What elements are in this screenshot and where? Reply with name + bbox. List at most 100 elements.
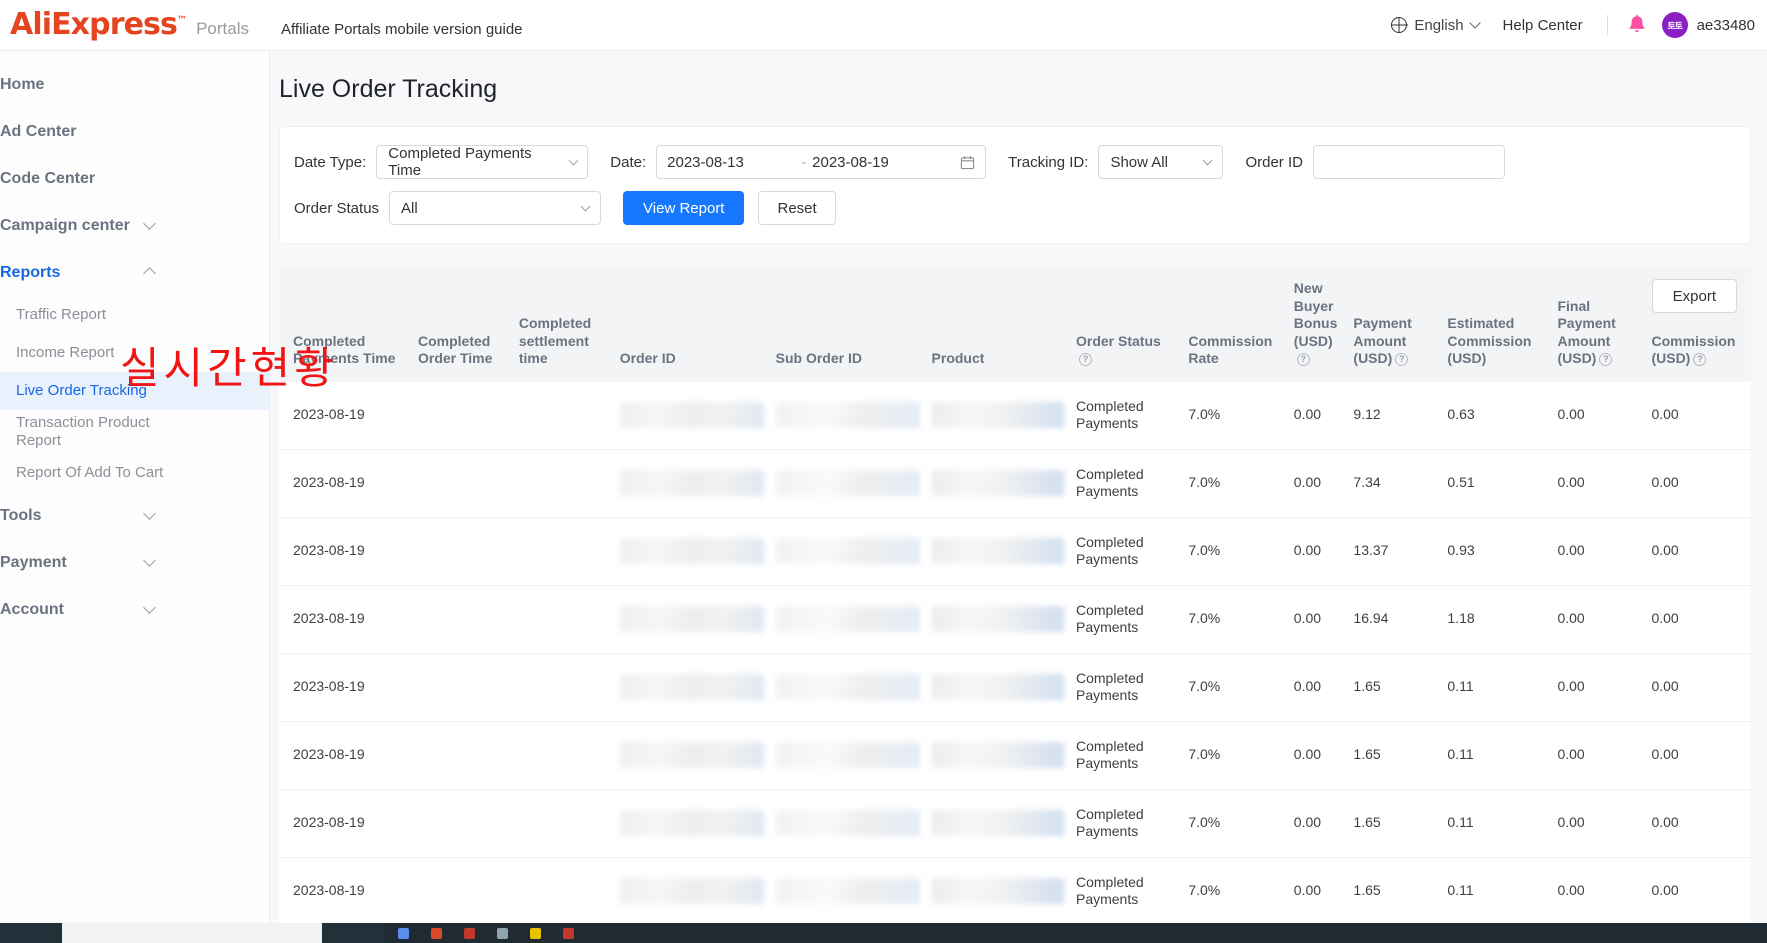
cell-order-status: Completed Payments [1069,789,1183,858]
col-completed-settlement-time[interactable]: Completed settlement time [512,268,614,382]
cell-commission-rate: 7.0% [1182,857,1288,923]
cell-final-payment-amount: 0.00 [1551,585,1646,654]
help-icon[interactable]: ? [1693,352,1707,366]
reset-button[interactable]: Reset [758,191,836,225]
order-status-select[interactable]: All [389,191,602,225]
sidebar-item-home[interactable]: Home [0,61,269,108]
sidebar-item-code-center[interactable]: Code Center [0,155,269,202]
cell-commission: 0.00 [1645,381,1751,450]
sidebar-item-account[interactable]: Account [0,586,269,633]
sidebar-item-label: Home [0,75,45,93]
mobile-version-guide-link[interactable]: Affiliate Portals mobile version guide [281,21,523,38]
filter-row-secondary: Order Status All View Report Reset [280,179,1750,243]
view-report-button[interactable]: View Report [623,191,745,225]
cell-payment-amount: 1.65 [1347,789,1442,858]
redacted-content [931,402,1064,428]
os-taskbar [0,923,1767,943]
date-start-input[interactable]: 2023-08-13 [667,154,795,171]
col-order-status[interactable]: Order Status? [1069,268,1183,382]
redacted-content [931,742,1064,768]
redacted-content [775,674,920,700]
table-row[interactable]: 2023-08-19 Completed Payments 7.0% 0.00 1.65… [279,721,1751,790]
cell-product [925,857,1070,923]
sidebar-subitem-label: Traffic Report [16,306,107,323]
cell-order-id [613,517,770,586]
col-product[interactable]: Product [925,268,1070,382]
sidebar-item-ad-center[interactable]: Ad Center [0,108,269,155]
orders-table-head: Completed Payments Time Completed Order … [279,268,1751,382]
cell-completed-order-time [411,585,513,654]
sidebar: Home Ad Center Code Center Campaign cent… [0,51,270,923]
chevron-down-icon [143,600,156,614]
tracking-id-select[interactable]: Show All [1098,145,1224,179]
cell-order-id [613,653,770,722]
cell-order-id [613,721,770,790]
sidebar-item-transaction-product-report[interactable]: Transaction Product Report [0,410,269,454]
col-new-buyer-bonus[interactable]: New Buyer Bonus (USD)? [1287,268,1348,382]
cell-order-status: Completed Payments [1069,381,1183,450]
date-type-select[interactable]: Completed Payments Time [376,145,589,179]
calendar-icon[interactable] [960,155,975,170]
language-selector[interactable]: English [1381,17,1488,34]
aliexpress-logo[interactable]: AliExpress™ [10,10,187,40]
taskbar-spacer [322,923,384,943]
order-id-input[interactable] [1312,145,1505,179]
tracking-id-label: Tracking ID: [1008,153,1089,171]
redacted-content [619,538,764,564]
cell-completed-settlement-time [512,449,614,518]
taskbar-icon-app5[interactable] [563,927,574,939]
order-status-label: Order Status [294,199,380,217]
date-range-picker[interactable]: 2023-08-13 - 2023-08-19 [656,145,987,179]
help-center-link[interactable]: Help Center [1489,17,1597,34]
col-order-id[interactable]: Order ID [613,268,770,382]
table-row[interactable]: 2023-08-19 Completed Payments 7.0% 0.00 16.9… [279,585,1751,654]
annotation-overlay: 실시간현황 [120,344,338,394]
redacted-content [931,674,1064,700]
cell-completed-settlement-time [512,381,614,450]
cell-payment-amount: 1.65 [1347,857,1442,923]
sidebar-item-report-of-add-to-cart[interactable]: Report Of Add To Cart [0,454,269,492]
taskbar-icon-app2[interactable] [464,927,475,939]
cell-completed-payments-time: 2023-08-19 [279,789,412,858]
sidebar-item-campaign-center[interactable]: Campaign center [0,202,269,249]
sidebar-item-payment[interactable]: Payment [0,539,269,586]
help-icon[interactable]: ? [1395,352,1409,366]
help-icon[interactable]: ? [1599,352,1613,366]
cell-order-status: Completed Payments [1069,449,1183,518]
filter-row-primary: Date Type: Completed Payments Time Date:… [280,127,1750,179]
taskbar-icon-app4[interactable] [530,927,541,939]
cell-payment-amount: 16.94 [1347,585,1442,654]
taskbar-icon-explorer[interactable] [398,927,409,939]
orders-table: Completed Payments Time Completed Order … [279,268,1751,923]
col-completed-order-time[interactable]: Completed Order Time [411,268,513,382]
date-end-input[interactable]: 2023-08-19 [812,154,940,171]
cell-final-payment-amount: 0.00 [1551,789,1646,858]
table-row[interactable]: 2023-08-19 Completed Payments 7.0% 0.00 1.65… [279,789,1751,858]
avatar[interactable]: 토토 [1661,12,1688,38]
username-label[interactable]: ae33480 [1697,17,1755,34]
col-estimated-commission[interactable]: Estimated Commission (USD) [1441,268,1552,382]
taskbar-icon-app3[interactable] [497,927,508,939]
col-payment-amount[interactable]: Payment Amount (USD)? [1347,268,1442,382]
table-row[interactable]: 2023-08-19 Completed Payments 7.0% 0.00 9.12… [279,381,1751,450]
taskbar-icon-app1[interactable] [431,927,442,939]
cell-commission: 0.00 [1645,653,1751,722]
sidebar-item-reports[interactable]: Reports [0,249,269,296]
help-icon[interactable]: ? [1078,352,1092,366]
cell-estimated-commission: 0.11 [1441,721,1552,790]
col-final-payment-amount[interactable]: Final Payment Amount (USD)? [1551,268,1646,382]
table-row[interactable]: 2023-08-19 Completed Payments 7.0% 0.00 7.34… [279,449,1751,518]
col-commission-rate[interactable]: Commission Rate [1182,268,1288,382]
sidebar-item-traffic-report[interactable]: Traffic Report [0,296,269,334]
cell-payment-amount: 7.34 [1347,449,1442,518]
sidebar-item-tools[interactable]: Tools [0,492,269,539]
table-row[interactable]: 2023-08-19 Completed Payments 7.0% 0.00 1.65… [279,653,1751,722]
help-icon[interactable]: ? [1296,352,1310,366]
export-button[interactable]: Export [1651,279,1737,313]
table-row[interactable]: 2023-08-19 Completed Payments 7.0% 0.00 1.65… [279,857,1751,923]
table-row[interactable]: 2023-08-19 Completed Payments 7.0% 0.00 13.3… [279,517,1751,586]
cell-completed-order-time [411,857,513,923]
notification-bell-icon[interactable] [1624,12,1650,38]
col-sub-order-id[interactable]: Sub Order ID [769,268,926,382]
cell-commission-rate: 7.0% [1182,517,1288,586]
